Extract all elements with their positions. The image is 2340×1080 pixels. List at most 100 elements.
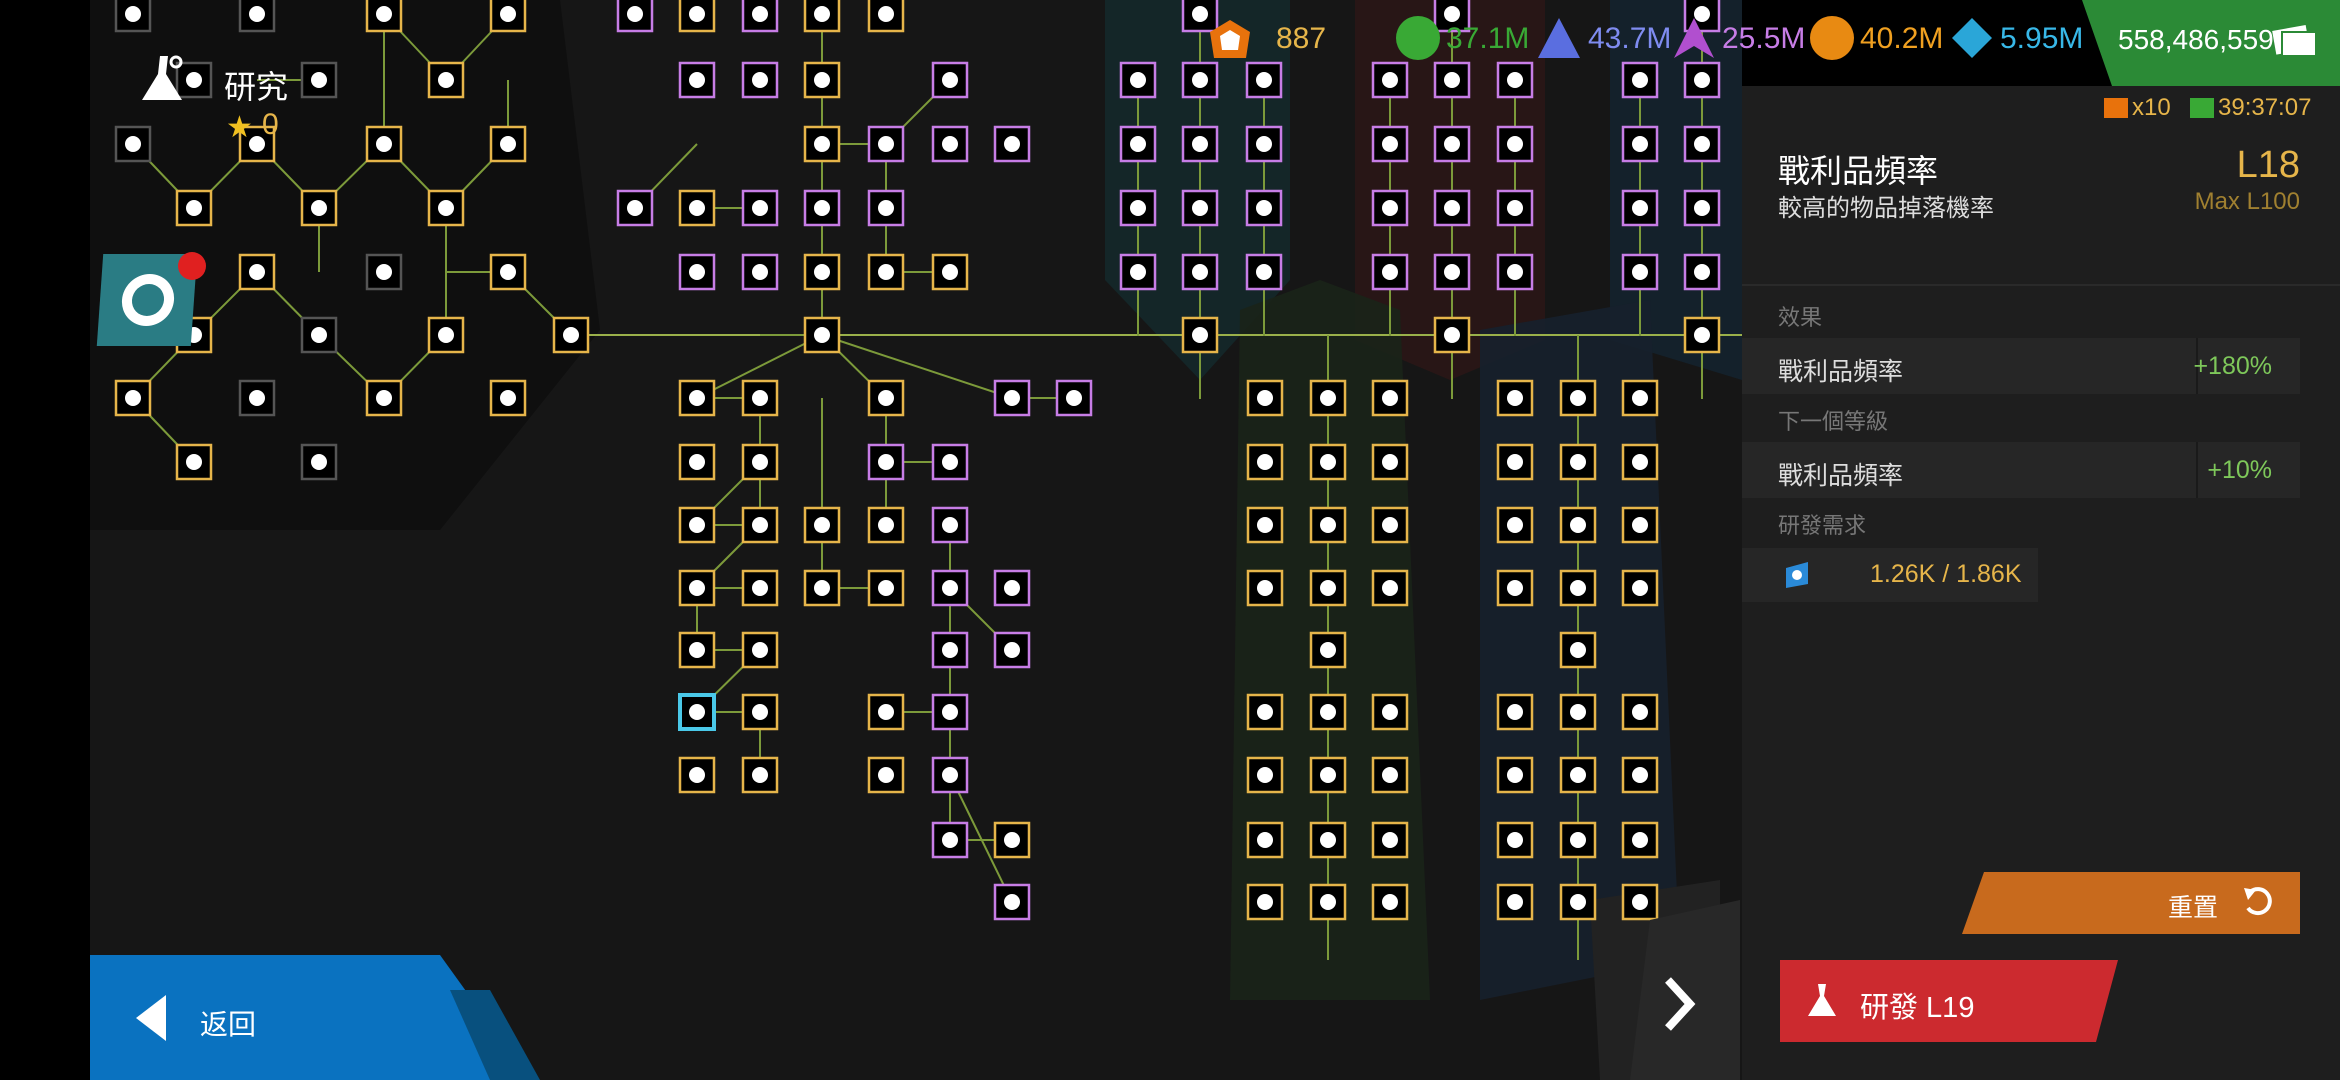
research-node-glyph [1004, 832, 1020, 848]
research-node-glyph [1320, 894, 1336, 910]
effect-value: +180% [2193, 352, 2272, 380]
research-node-glyph [942, 767, 958, 783]
research-node-glyph [1694, 200, 1710, 216]
next-level-label: 戰利品頻率 [1778, 462, 1904, 490]
research-node-glyph [1632, 200, 1648, 216]
research-node-glyph [627, 6, 643, 22]
research-node-glyph [1130, 264, 1146, 280]
research-node-glyph [1570, 454, 1586, 470]
research-node-glyph [1444, 264, 1460, 280]
gem-count: 887 [1276, 22, 1327, 55]
research-node-glyph [1507, 264, 1523, 280]
research-node-glyph [186, 72, 202, 88]
research-node-glyph [125, 6, 141, 22]
ticket-count: x10 [2132, 94, 2171, 121]
research-node-glyph [249, 6, 265, 22]
research-node-glyph [1256, 72, 1272, 88]
research-node-glyph [1507, 390, 1523, 406]
research-node-glyph [1066, 390, 1082, 406]
research-node-glyph [1507, 704, 1523, 720]
research-node-glyph [1320, 517, 1336, 533]
research-node-glyph [689, 704, 705, 720]
requirements-header: 研發需求 [1778, 513, 1867, 538]
research-node-glyph [942, 517, 958, 533]
research-level: L18 [2236, 144, 2300, 186]
research-node-glyph [814, 327, 830, 343]
cash-icon [2270, 18, 2318, 62]
research-upgrade-button[interactable]: 研發 L19 [1780, 960, 2118, 1042]
research-node-glyph [1192, 6, 1208, 22]
research-max-level: Max L100 [2194, 188, 2300, 215]
research-node-glyph [1382, 832, 1398, 848]
research-upgrade-label: 研發 L19 [1860, 992, 1975, 1024]
research-node-glyph [878, 517, 894, 533]
resource-green-count: 37.1M [1446, 22, 1530, 55]
detail-divider [1742, 284, 2340, 286]
research-node-glyph [878, 454, 894, 470]
research-node-glyph [1694, 136, 1710, 152]
research-token-icon [1782, 560, 1812, 590]
research-node-glyph [1444, 136, 1460, 152]
research-node-glyph [1320, 390, 1336, 406]
research-node-glyph [814, 517, 830, 533]
research-node-glyph [1382, 517, 1398, 533]
research-node-glyph [689, 767, 705, 783]
research-node-glyph [1320, 454, 1336, 470]
research-node-glyph [1632, 72, 1648, 88]
research-node-glyph [311, 327, 327, 343]
research-node-glyph [689, 642, 705, 658]
reset-button[interactable]: 重置 [1962, 872, 2300, 934]
research-node-glyph [376, 136, 392, 152]
research-node-glyph [1570, 832, 1586, 848]
research-node-glyph [1507, 894, 1523, 910]
research-node-glyph [1130, 72, 1146, 88]
requirement-value: 1.26K / 1.86K [1870, 560, 2022, 588]
research-node-glyph [1507, 832, 1523, 848]
research-node-glyph [878, 767, 894, 783]
research-node-glyph [1694, 327, 1710, 343]
research-node-glyph [942, 136, 958, 152]
research-node-glyph [1382, 264, 1398, 280]
research-node-glyph [942, 642, 958, 658]
resource-green-icon [1396, 16, 1440, 60]
research-node-glyph [689, 6, 705, 22]
research-node-glyph [1257, 894, 1273, 910]
research-node-glyph [438, 200, 454, 216]
research-node-glyph [500, 6, 516, 22]
research-node-glyph [752, 72, 768, 88]
research-node-glyph [1257, 580, 1273, 596]
research-node-glyph [752, 767, 768, 783]
research-node-glyph [1257, 390, 1273, 406]
research-tree-area[interactable] [90, 0, 1742, 1080]
research-node-glyph [1632, 580, 1648, 596]
research-node-glyph [1632, 704, 1648, 720]
research-node-glyph [752, 642, 768, 658]
research-node-glyph [1130, 136, 1146, 152]
research-node-glyph [1570, 704, 1586, 720]
research-node-glyph [814, 200, 830, 216]
effect-row: 戰利品頻率 +180% [1742, 338, 2300, 394]
page-title: 研究 [224, 69, 289, 105]
research-node-glyph [689, 72, 705, 88]
research-node-glyph [878, 136, 894, 152]
research-node-glyph [1382, 704, 1398, 720]
research-node-glyph [1004, 642, 1020, 658]
research-node-glyph [942, 72, 958, 88]
research-node-glyph [1694, 264, 1710, 280]
research-node-glyph [125, 390, 141, 406]
flask-small-icon [1802, 980, 1842, 1020]
research-node-glyph [1507, 767, 1523, 783]
research-node-glyph [1130, 200, 1146, 216]
research-node-glyph [942, 454, 958, 470]
research-node-glyph [752, 704, 768, 720]
research-node-glyph [1004, 580, 1020, 596]
research-node-glyph [1382, 390, 1398, 406]
research-node-glyph [689, 517, 705, 533]
resource-cyan-count: 5.95M [2000, 22, 2084, 55]
back-arrow-icon [136, 995, 168, 1041]
star-count: 0 [262, 108, 279, 141]
research-node-glyph [1632, 454, 1648, 470]
research-node-glyph [1256, 200, 1272, 216]
research-node-glyph [878, 390, 894, 406]
resource-purple-count: 25.5M [1722, 22, 1806, 55]
